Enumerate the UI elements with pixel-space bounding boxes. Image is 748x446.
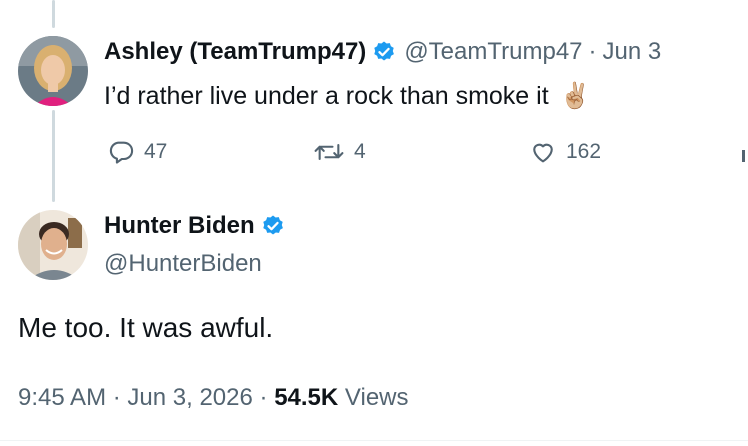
victory-hand-emoji-icon: ✌🏼 xyxy=(559,82,591,110)
thread-line-bottom xyxy=(52,110,55,202)
main-handle[interactable]: @HunterBiden xyxy=(104,250,262,278)
thread-line-top xyxy=(52,0,55,28)
views-count: 54.5K xyxy=(274,384,339,411)
reply-to-handle[interactable]: @TeamTrump47 xyxy=(404,38,582,66)
separator-dot: · xyxy=(112,384,121,411)
tweet-date[interactable]: Jun 3, 2026 xyxy=(127,384,252,411)
verified-badge-icon xyxy=(372,40,396,64)
reply-to-display-name[interactable]: Ashley (TeamTrump47) xyxy=(104,38,366,66)
reply-count: 47 xyxy=(144,140,168,163)
views-bar-icon[interactable] xyxy=(742,150,745,162)
like-count: 162 xyxy=(566,140,602,163)
main-display-name[interactable]: Hunter Biden xyxy=(104,212,255,240)
repost-icon xyxy=(314,143,344,161)
tweet-meta-row: 9:45 AM · Jun 3, 2026 · 54.5K Views xyxy=(18,384,409,412)
verified-badge-icon xyxy=(261,214,285,238)
reply-button[interactable]: 47 xyxy=(106,138,167,166)
repost-button[interactable]: 4 xyxy=(312,138,366,166)
reply-icon xyxy=(109,141,134,164)
separator-dot: · xyxy=(588,38,597,65)
main-tweet-text: Me too. It was awful. xyxy=(18,312,274,343)
tweet-time[interactable]: 9:45 AM xyxy=(18,384,106,411)
woman-portrait-icon xyxy=(18,36,88,106)
reply-to-header: Ashley (TeamTrump47) @TeamTrump47 · Jun … xyxy=(104,38,661,66)
repost-count: 4 xyxy=(354,140,366,163)
ashley-avatar[interactable] xyxy=(18,36,88,106)
reply-to-text-row: I’d rather live under a rock than smoke … xyxy=(104,82,591,111)
views-label: Views xyxy=(344,384,409,411)
bottom-divider xyxy=(0,440,748,441)
reply-to-text: I’d rather live under a rock than smoke … xyxy=(104,82,549,110)
like-button[interactable]: 162 xyxy=(528,138,601,166)
hunter-avatar[interactable] xyxy=(18,210,88,280)
main-tweet-header: Hunter Biden xyxy=(104,212,285,240)
separator-dot: · xyxy=(259,384,268,411)
heart-icon xyxy=(533,143,553,163)
reply-to-date[interactable]: Jun 3 xyxy=(603,38,662,66)
man-portrait-icon xyxy=(18,210,88,280)
